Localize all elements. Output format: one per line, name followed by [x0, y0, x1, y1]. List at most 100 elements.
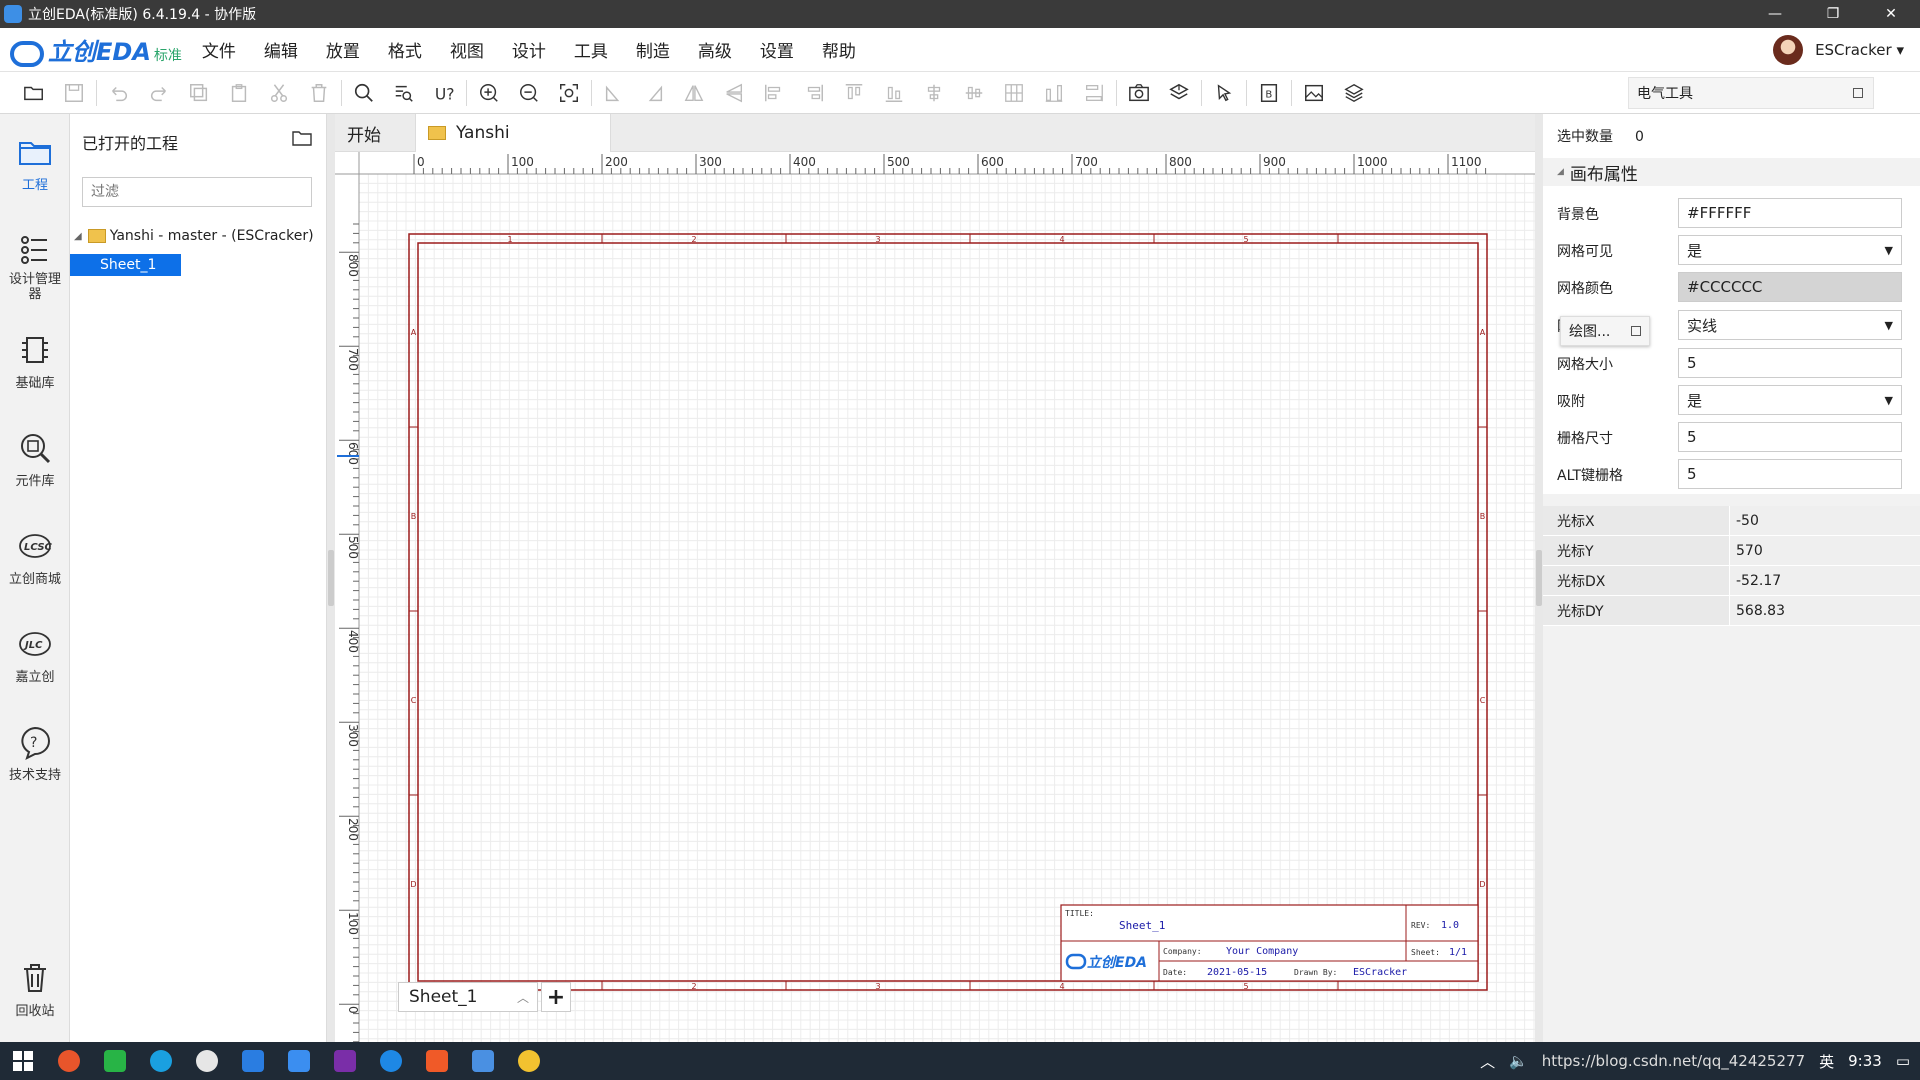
- align-center-h-button[interactable]: [954, 77, 994, 109]
- close-button[interactable]: ✕: [1862, 0, 1920, 28]
- tree-project-item[interactable]: ◢ Yanshi - master - (ESCracker): [74, 228, 314, 244]
- cut-button[interactable]: [259, 77, 299, 109]
- notification-icon[interactable]: ▭: [1896, 1052, 1910, 1070]
- pointer-tool-button[interactable]: [1204, 77, 1244, 109]
- snap-select[interactable]: 是 ▼: [1678, 385, 1902, 415]
- electrical-tools-panel[interactable]: 电气工具: [1628, 77, 1874, 109]
- collapse-handle[interactable]: [1536, 550, 1542, 606]
- open-folder-button[interactable]: [14, 77, 54, 109]
- restore-icon[interactable]: [1853, 88, 1863, 98]
- chevron-up-icon[interactable]: ︿: [517, 989, 529, 1006]
- expand-arrow-icon[interactable]: ◢: [74, 231, 82, 242]
- menu-settings[interactable]: 设置: [746, 37, 808, 62]
- grid-visible-select[interactable]: 是 ▼: [1678, 235, 1902, 265]
- open-project-icon[interactable]: [292, 130, 312, 146]
- find-button[interactable]: [344, 77, 384, 109]
- align-top-button[interactable]: [834, 77, 874, 109]
- distribute-h-button[interactable]: [1034, 77, 1074, 109]
- save-button[interactable]: [54, 77, 94, 109]
- zoom-in-button[interactable]: [469, 77, 509, 109]
- fit-view-button[interactable]: [549, 77, 589, 109]
- delete-button[interactable]: [299, 77, 339, 109]
- redo-button[interactable]: [139, 77, 179, 109]
- menu-place[interactable]: 放置: [312, 37, 374, 62]
- taskbar-edge[interactable]: [138, 1042, 184, 1080]
- rail-item-design-manager[interactable]: 设计管理器: [0, 232, 70, 302]
- taskbar-app-11[interactable]: [506, 1042, 552, 1080]
- filter-input[interactable]: [82, 177, 312, 207]
- minimize-button[interactable]: —: [1746, 0, 1804, 28]
- clock[interactable]: 9:33: [1848, 1052, 1882, 1070]
- flip-horizontal-button[interactable]: [674, 77, 714, 109]
- right-panel-splitter[interactable]: [1535, 114, 1543, 1042]
- menu-help[interactable]: 帮助: [808, 37, 870, 62]
- ime-indicator[interactable]: 英: [1819, 1051, 1834, 1072]
- unknown-net-button[interactable]: U?: [424, 77, 464, 109]
- menu-fabrication[interactable]: 制造: [622, 37, 684, 62]
- taskbar-app-8[interactable]: [368, 1042, 414, 1080]
- add-sheet-button[interactable]: +: [541, 982, 571, 1012]
- taskbar-app-6[interactable]: [276, 1042, 322, 1080]
- menu-format[interactable]: 格式: [374, 37, 436, 62]
- rail-item-component-library[interactable]: 元件库: [0, 430, 70, 489]
- zoom-out-button[interactable]: [509, 77, 549, 109]
- rail-item-basic-library[interactable]: 基础库: [0, 332, 70, 391]
- sheet-tab[interactable]: Sheet_1 ︿: [398, 982, 538, 1012]
- undo-button[interactable]: [99, 77, 139, 109]
- grid-size-input[interactable]: 5: [1678, 348, 1902, 378]
- menu-tools[interactable]: 工具: [560, 37, 622, 62]
- maximize-button[interactable]: ❐: [1804, 0, 1862, 28]
- user-menu[interactable]: ESCracker ▾: [1773, 34, 1904, 65]
- find-similar-button[interactable]: [384, 77, 424, 109]
- canvas-drawing[interactable]: 0 100 200 300 400 500 600 700 800 900 1000 11008007…: [335, 152, 1535, 1042]
- canvas-properties-header[interactable]: ◢ 画布属性: [1543, 158, 1920, 186]
- distribute-grid-button[interactable]: [994, 77, 1034, 109]
- left-panel-splitter[interactable]: [327, 114, 335, 1042]
- snap-size-input[interactable]: 5: [1678, 422, 1902, 452]
- layers-button[interactable]: [1334, 77, 1374, 109]
- paste-button[interactable]: [219, 77, 259, 109]
- distribute-v-button[interactable]: [1074, 77, 1114, 109]
- align-bottom-button[interactable]: [874, 77, 914, 109]
- align-center-v-button[interactable]: [914, 77, 954, 109]
- tab-start[interactable]: 开始: [335, 114, 415, 152]
- convert-pcb-button[interactable]: [1159, 77, 1199, 109]
- menu-advanced[interactable]: 高级: [684, 37, 746, 62]
- schematic-canvas[interactable]: 0 100 200 300 400 500 600 700 800 900 1000 1100 800 7…: [335, 152, 1535, 1042]
- align-left-button[interactable]: [754, 77, 794, 109]
- grid-color-input[interactable]: #CCCCCC: [1678, 272, 1902, 302]
- rotate-right-button[interactable]: [634, 77, 674, 109]
- menu-edit[interactable]: 编辑: [250, 37, 312, 62]
- taskbar-app-5[interactable]: [230, 1042, 276, 1080]
- volume-icon[interactable]: 🔈: [1509, 1052, 1528, 1070]
- taskbar-app-9[interactable]: [414, 1042, 460, 1080]
- copy-button[interactable]: [179, 77, 219, 109]
- taskbar-app-1[interactable]: [46, 1042, 92, 1080]
- chevron-up-icon[interactable]: ︿: [1480, 1051, 1495, 1072]
- grid-style-select[interactable]: 实线 ▼: [1678, 310, 1902, 340]
- rail-item-recycle-bin[interactable]: 回收站: [0, 960, 70, 1019]
- rotate-left-button[interactable]: [594, 77, 634, 109]
- rail-item-support[interactable]: ? 技术支持: [0, 724, 70, 783]
- alt-snap-input[interactable]: 5: [1678, 459, 1902, 489]
- taskbar-onenote[interactable]: [322, 1042, 368, 1080]
- menu-file[interactable]: 文件: [188, 37, 250, 62]
- start-button[interactable]: [0, 1042, 46, 1080]
- export-image-button[interactable]: [1119, 77, 1159, 109]
- bom-button[interactable]: B: [1249, 77, 1289, 109]
- taskbar-wechat[interactable]: [184, 1042, 230, 1080]
- rail-item-project[interactable]: 工程: [0, 134, 70, 193]
- tab-yanshi[interactable]: Yanshi: [415, 114, 611, 152]
- flip-vertical-button[interactable]: [714, 77, 754, 109]
- collapse-handle[interactable]: [328, 550, 334, 606]
- background-color-input[interactable]: #FFFFFF: [1678, 198, 1902, 228]
- restore-icon[interactable]: [1631, 326, 1641, 336]
- rail-item-jlc[interactable]: JLC 嘉立创: [0, 626, 70, 685]
- tree-sheet-item[interactable]: Sheet_1: [70, 254, 181, 276]
- taskbar-lceda[interactable]: [460, 1042, 506, 1080]
- drawing-tools-popup[interactable]: 绘图...: [1560, 316, 1650, 346]
- menu-view[interactable]: 视图: [436, 37, 498, 62]
- import-image-button[interactable]: [1294, 77, 1334, 109]
- taskbar-app-2[interactable]: [92, 1042, 138, 1080]
- rail-item-lcsc-mall[interactable]: LCSC 立创商城: [0, 528, 70, 587]
